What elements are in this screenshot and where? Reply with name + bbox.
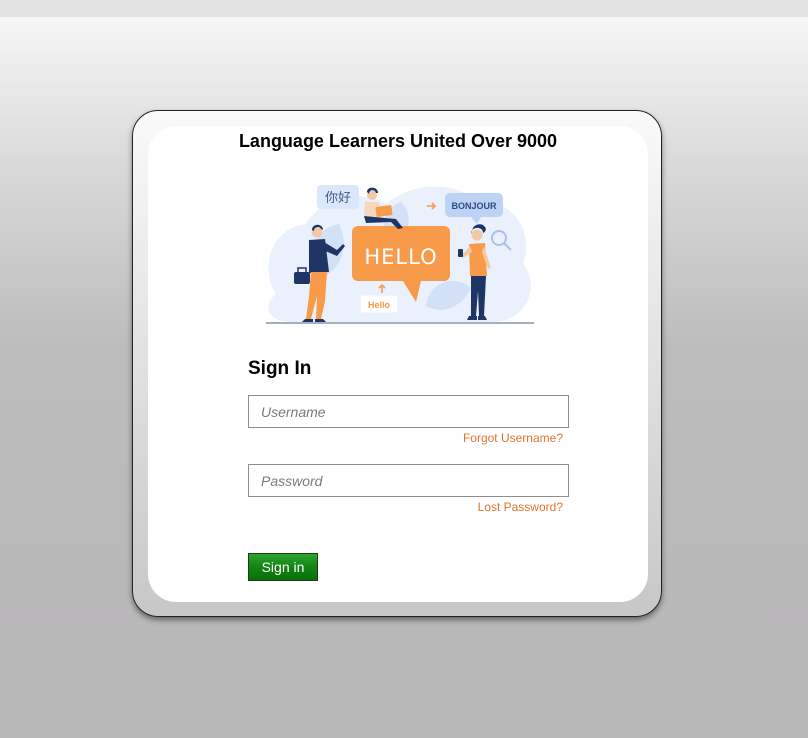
sign-in-button[interactable]: Sign in xyxy=(248,553,318,581)
username-input[interactable] xyxy=(248,395,569,428)
login-card-inner: Language Learners United Over 9000 你好 BO… xyxy=(148,126,648,602)
page-title: Language Learners United Over 9000 xyxy=(238,131,558,151)
hero-bubble-french-text: BONJOUR xyxy=(451,201,497,211)
hero-bubble-small-text: Hello xyxy=(368,300,391,310)
login-card: Language Learners United Over 9000 你好 BO… xyxy=(132,110,662,617)
sign-in-heading: Sign In xyxy=(248,358,312,379)
browser-top-strip xyxy=(0,0,808,17)
forgot-username-link[interactable]: Forgot Username? xyxy=(463,431,563,445)
lost-password-link[interactable]: Lost Password? xyxy=(478,500,563,514)
hero-illustration: 你好 BONJOUR HELLO Hello xyxy=(266,185,534,324)
password-input[interactable] xyxy=(248,464,569,497)
hero-bubble-chinese-text: 你好 xyxy=(325,191,351,206)
hero-bubble-hello-text: HELLO xyxy=(364,245,437,269)
